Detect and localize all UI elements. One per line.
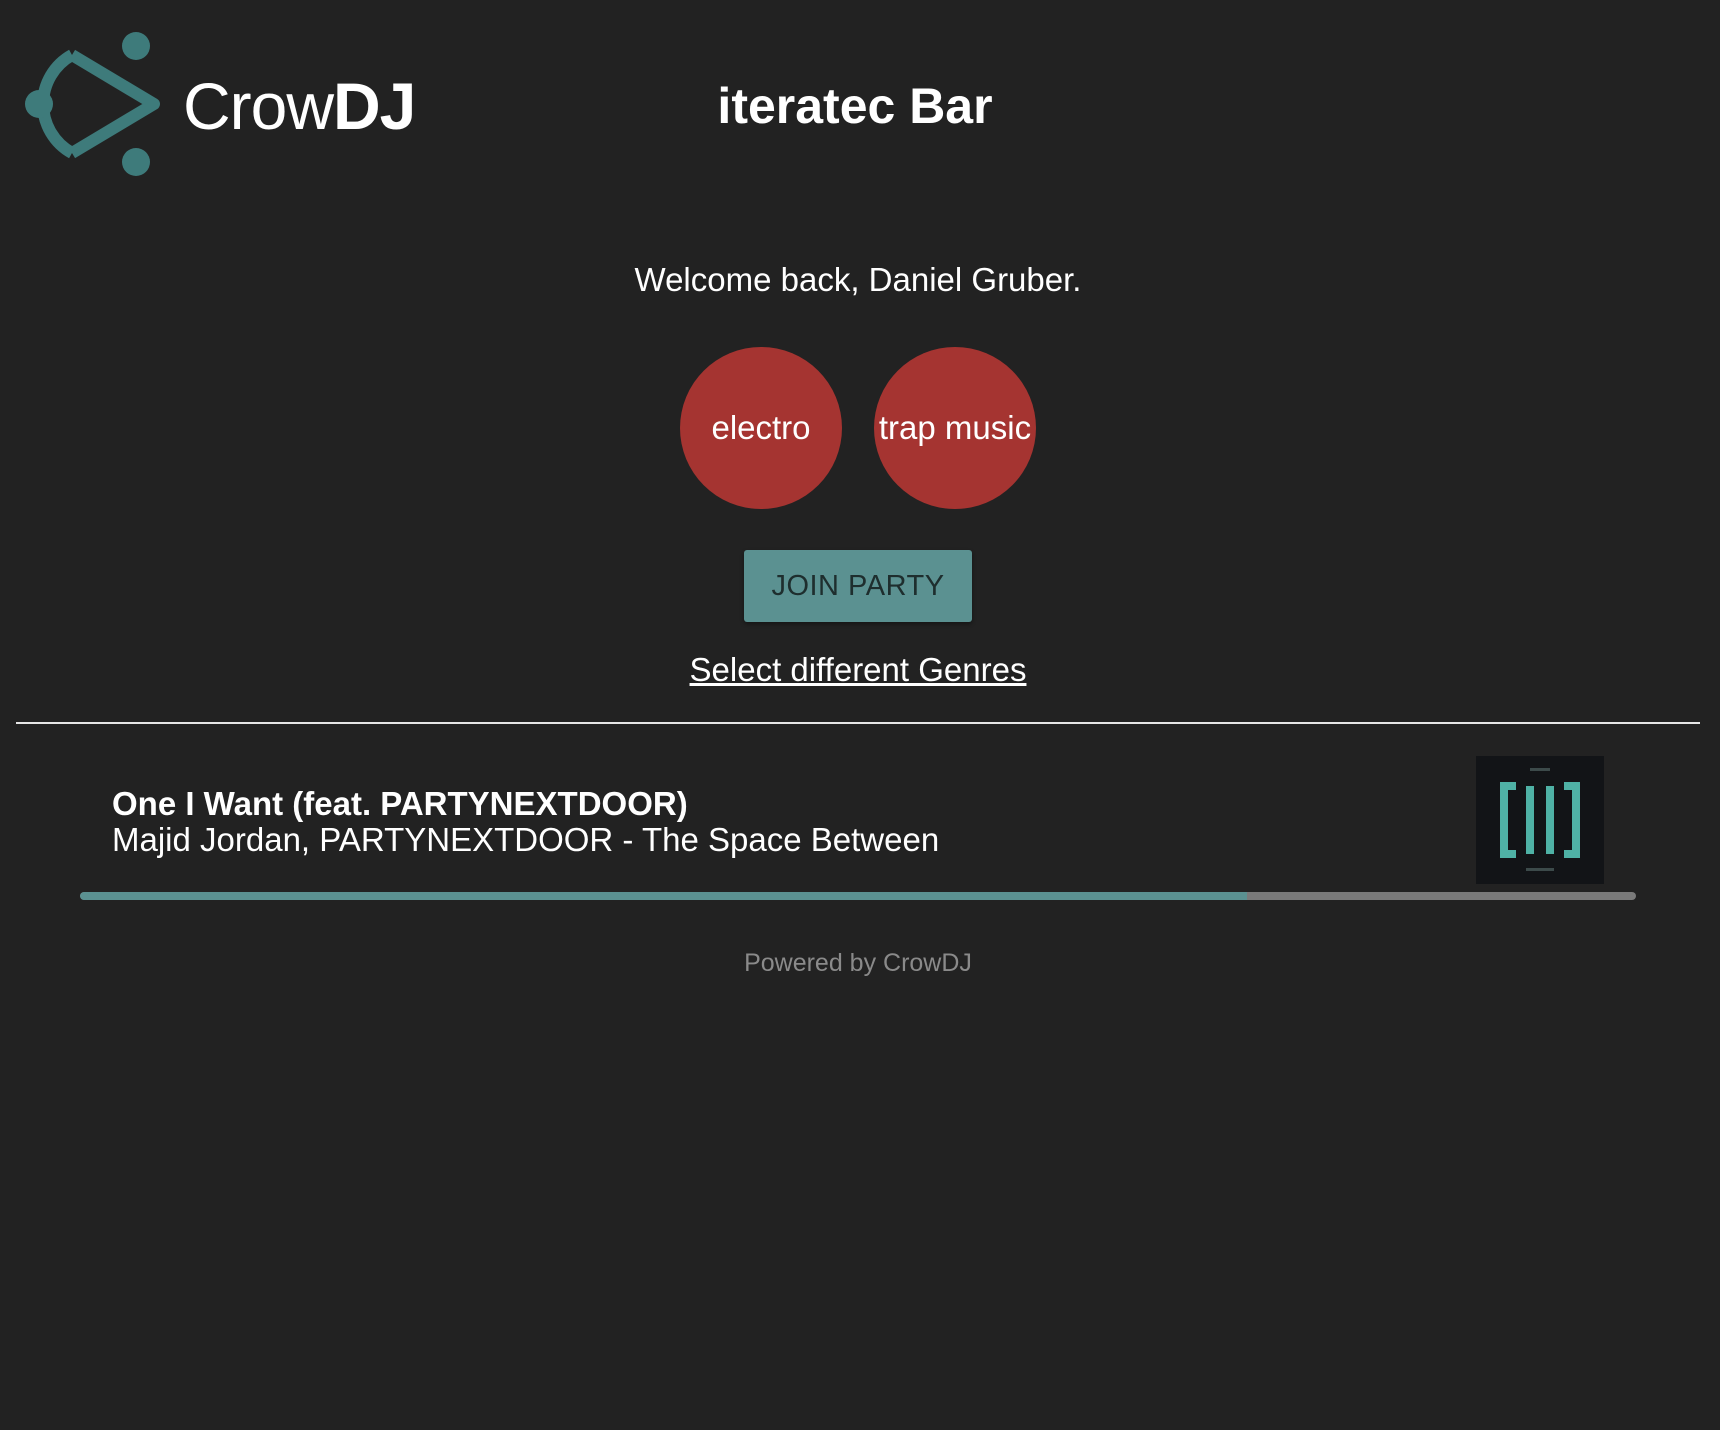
genre-bubble-trap-music[interactable]: trap music (874, 347, 1036, 509)
join-party-button[interactable]: JOIN PARTY (744, 550, 972, 622)
now-playing-artist-album: Majid Jordan, PARTYNEXTDOOR - The Space … (112, 821, 940, 858)
page: CrowDJ iteratec Bar Welcome back, Daniel… (0, 0, 1720, 1430)
genre-list: electro trap music (0, 347, 1716, 509)
select-different-genres-link[interactable]: Select different Genres (690, 651, 1027, 688)
select-genres-container: Select different Genres (0, 650, 1716, 690)
divider (16, 722, 1700, 724)
track-progress-bar (80, 892, 1636, 900)
footer-powered-by: Powered by CrowDJ (744, 949, 972, 977)
track-progress-fill (80, 892, 1247, 900)
album-cover-image (1476, 756, 1604, 884)
welcome-message: Welcome back, Daniel Gruber. (634, 261, 1082, 298)
venue-title: iteratec Bar (717, 78, 993, 134)
genre-bubble-electro[interactable]: electro (680, 347, 842, 509)
now-playing-title: One I Want (feat. PARTYNEXTDOOR) (112, 785, 688, 822)
join-party-container: JOIN PARTY (0, 550, 1716, 622)
